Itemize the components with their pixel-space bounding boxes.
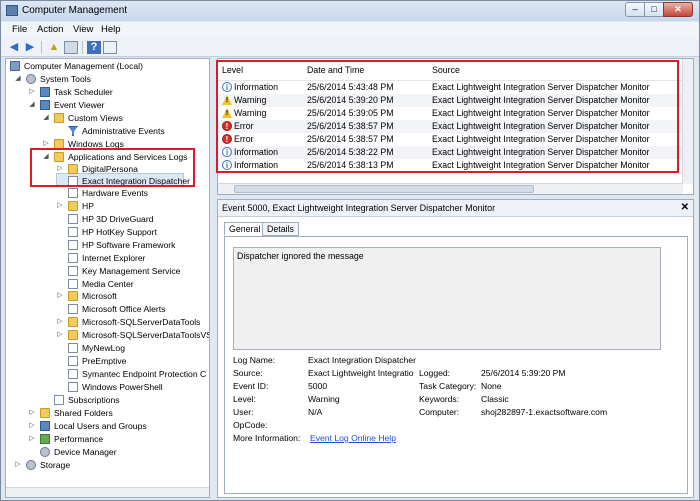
tree-horizontal-scrollbar[interactable] <box>6 487 209 497</box>
toolbar-separator <box>82 41 83 54</box>
menu-file[interactable]: File <box>12 24 27 35</box>
keywords-label: Keywords: <box>419 394 460 404</box>
event-list-highlight-box <box>216 60 679 173</box>
event-list-vertical-scrollbar[interactable] <box>682 59 693 184</box>
event-viewer-icon <box>40 100 50 110</box>
collapsed-arrow-icon[interactable]: ▷ <box>56 316 64 328</box>
users-icon <box>40 421 50 431</box>
show-hide-tree-icon[interactable] <box>64 41 78 54</box>
folder-icon <box>68 317 78 327</box>
log-icon <box>68 240 78 250</box>
log-icon <box>68 227 78 237</box>
folder-icon <box>68 291 78 301</box>
source-label: Source: <box>233 368 263 378</box>
collapsed-arrow-icon[interactable]: ▷ <box>28 420 36 432</box>
collapsed-arrow-icon[interactable]: ▷ <box>28 407 36 419</box>
event-detail-title: Event 5000, Exact Lightweight Integratio… <box>218 200 693 217</box>
shared-folder-icon <box>40 408 50 418</box>
storage-icon <box>26 460 36 470</box>
log-icon <box>68 304 78 314</box>
up-folder-icon[interactable]: ▲ <box>47 41 61 54</box>
properties-icon[interactable] <box>103 41 117 54</box>
device-manager-icon <box>40 447 50 457</box>
more-information-label: More Information: <box>233 433 301 443</box>
logged-label: Logged: <box>419 368 451 378</box>
help-icon[interactable]: ? <box>87 41 101 54</box>
log-icon <box>68 343 78 353</box>
filter-icon <box>68 126 78 136</box>
folder-icon <box>54 113 64 123</box>
log-icon <box>68 253 78 263</box>
minimize-button[interactable]: – <box>625 2 645 17</box>
event-log-online-help-link[interactable]: Event Log Online Help <box>310 433 396 443</box>
user-label: User: <box>233 407 254 417</box>
forward-icon[interactable]: ▶ <box>23 41 37 54</box>
log-icon <box>68 369 78 379</box>
performance-icon <box>40 434 50 444</box>
scrollbar-thumb[interactable] <box>234 185 534 193</box>
toolbar: ◀ ▶ ▲ ? <box>1 38 699 57</box>
clock-icon <box>40 87 50 97</box>
general-tab-panel: Dispatcher ignored the message Log Name:… <box>224 236 688 494</box>
tools-icon <box>26 74 36 84</box>
maximize-button[interactable]: □ <box>644 2 664 17</box>
close-button[interactable]: ✕ <box>663 2 693 17</box>
computer-label: Computer: <box>419 407 460 417</box>
log-icon <box>68 214 78 224</box>
event-list-horizontal-scrollbar[interactable] <box>218 183 683 194</box>
title-bar: Computer Management – □ ✕ <box>1 1 699 21</box>
keywords-value: Classic <box>481 394 509 404</box>
log-icon <box>68 382 78 392</box>
expanded-arrow-icon[interactable]: ◢ <box>28 99 36 111</box>
source-value: Exact Lightweight Integratio <box>308 368 414 378</box>
event-id-value: 5000 <box>308 381 328 391</box>
computer-value: shoj282897-1.exactsoftware.com <box>481 407 608 417</box>
collapsed-arrow-icon[interactable]: ▷ <box>28 86 36 98</box>
folder-icon <box>68 201 78 211</box>
log-icon <box>68 188 78 198</box>
level-label: Level: <box>233 394 256 404</box>
folder-icon <box>68 330 78 340</box>
expanded-arrow-icon[interactable]: ◢ <box>14 73 22 85</box>
collapsed-arrow-icon[interactable]: ▷ <box>28 433 36 445</box>
log-name-label: Log Name: <box>233 355 276 365</box>
event-detail-pane: Event 5000, Exact Lightweight Integratio… <box>217 199 694 498</box>
collapsed-arrow-icon[interactable]: ▷ <box>56 290 64 302</box>
event-id-label: Event ID: <box>233 381 269 391</box>
log-icon <box>68 356 78 366</box>
event-message: Dispatcher ignored the message <box>233 247 661 350</box>
log-icon <box>68 279 78 289</box>
computer-management-icon <box>6 5 18 16</box>
expanded-arrow-icon[interactable]: ◢ <box>42 112 50 124</box>
navigation-tree: Computer Management (Local) ◢ System Too… <box>5 58 210 498</box>
tree-highlight-box <box>30 148 195 187</box>
opcode-label: OpCode: <box>233 420 268 430</box>
collapsed-arrow-icon[interactable]: ▷ <box>14 459 22 471</box>
computer-icon <box>10 61 20 71</box>
tab-general[interactable]: General <box>224 222 266 236</box>
log-name-value: Exact Integration Dispatcher <box>308 355 416 365</box>
window-title: Computer Management <box>22 5 128 16</box>
menu-help[interactable]: Help <box>101 24 121 35</box>
menu-action[interactable]: Action <box>37 24 63 35</box>
menu-bar: File Action View Help <box>1 22 699 38</box>
user-value: N/A <box>308 407 323 417</box>
computer-management-window: Computer Management – □ ✕ File Action Vi… <box>0 0 700 501</box>
tab-details[interactable]: Details <box>262 222 299 236</box>
back-icon[interactable]: ◀ <box>7 41 21 54</box>
log-icon <box>68 266 78 276</box>
toolbar-separator <box>41 41 42 54</box>
logged-value: 25/6/2014 5:39:20 PM <box>481 368 566 378</box>
level-value: Warning <box>308 394 340 404</box>
task-category-label: Task Category: <box>419 381 477 391</box>
close-icon[interactable]: ✕ <box>681 202 689 213</box>
collapsed-arrow-icon[interactable]: ▷ <box>56 329 64 341</box>
task-category-value: None <box>481 381 502 391</box>
collapsed-arrow-icon[interactable]: ▷ <box>56 200 64 212</box>
menu-view[interactable]: View <box>73 24 93 35</box>
subscriptions-icon <box>54 395 64 405</box>
